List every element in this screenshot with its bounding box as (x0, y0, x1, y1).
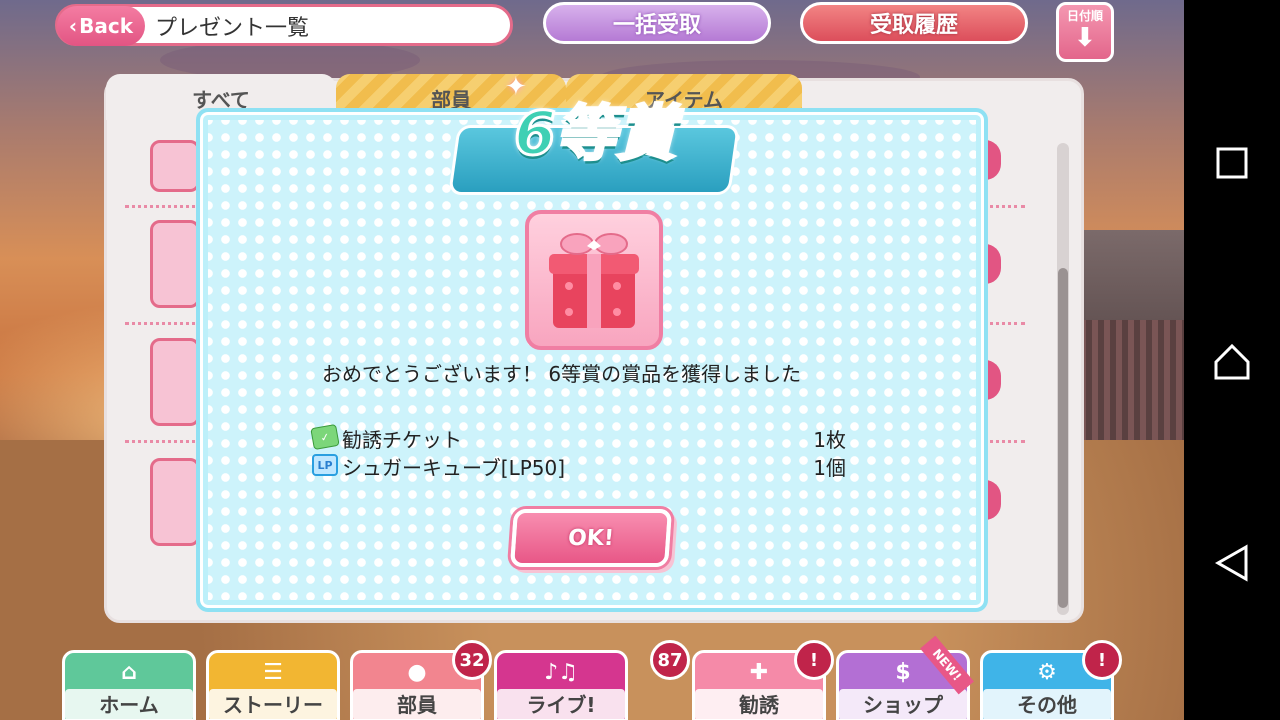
list-item-thumbnail (150, 140, 200, 192)
nav-live[interactable]: ♪♫ ライブ! (494, 650, 628, 720)
prize-quantity: 1個 (813, 456, 846, 480)
nav-story[interactable]: ☰ ストーリー (206, 650, 340, 720)
stadium-stands (1074, 230, 1184, 440)
sort-label: 日付順 (1066, 9, 1103, 23)
receive-history-button[interactable]: 受取履歴 (800, 2, 1028, 44)
down-arrow-icon: ⬇ (1074, 23, 1096, 53)
live-count-badge: 87 (650, 640, 690, 680)
prize-row: LP シュガーキューブ[LP50] 1個 (312, 452, 852, 480)
gift-box-icon (525, 210, 663, 350)
recent-apps-icon[interactable] (1212, 143, 1252, 183)
member-count-badge: 32 (452, 640, 492, 680)
chevron-left-icon: ‹ (68, 14, 78, 38)
prize-quantity: 1枚 (813, 428, 846, 452)
sparkle-icon: ✦ (505, 72, 527, 102)
nav-label: その他 (983, 689, 1111, 720)
nav-label: 勧誘 (695, 689, 823, 720)
lp-icon: LP (312, 454, 338, 476)
list-item-thumbnail (150, 338, 200, 426)
ticket-icon: ✓ (310, 423, 340, 451)
scrollbar-thumb[interactable] (1058, 268, 1068, 608)
list-item-thumbnail (150, 458, 200, 546)
nav-label: ホーム (65, 689, 193, 720)
recruit-alert-badge: ! (794, 640, 834, 680)
home-nav-icon[interactable] (1212, 342, 1252, 382)
prize-name: 勧誘チケット (342, 428, 462, 452)
nav-label: 部員 (353, 689, 481, 720)
back-label: Back (79, 14, 134, 38)
home-icon: ⌂ (121, 660, 137, 685)
page-title: プレゼント一覧 (155, 16, 310, 41)
nav-label: ストーリー (209, 689, 337, 720)
chat-icon: ☰ (263, 660, 283, 685)
music-icon: ♪♫ (544, 660, 578, 685)
back-button[interactable]: ‹ Back (57, 6, 145, 46)
sort-by-date-button[interactable]: 日付順 ⬇ (1056, 2, 1114, 62)
bulk-receive-button[interactable]: 一括受取 (543, 2, 771, 44)
prize-name: シュガーキューブ[LP50] (342, 456, 566, 480)
prize-row: ✓ 勧誘チケット 1枚 (310, 423, 852, 452)
back-nav-icon[interactable] (1212, 543, 1252, 583)
list-item-thumbnail (150, 220, 200, 308)
nav-label: ショップ (839, 689, 967, 720)
ok-button[interactable]: OK! (509, 509, 673, 567)
other-alert-badge: ! (1082, 640, 1122, 680)
nav-home[interactable]: ⌂ ホーム (62, 650, 196, 720)
nav-label: ライブ! (497, 689, 625, 720)
congrats-message: おめでとうございます！ 6等賞の賞品を獲得しました (322, 362, 802, 386)
android-nav-bar (1184, 0, 1280, 720)
